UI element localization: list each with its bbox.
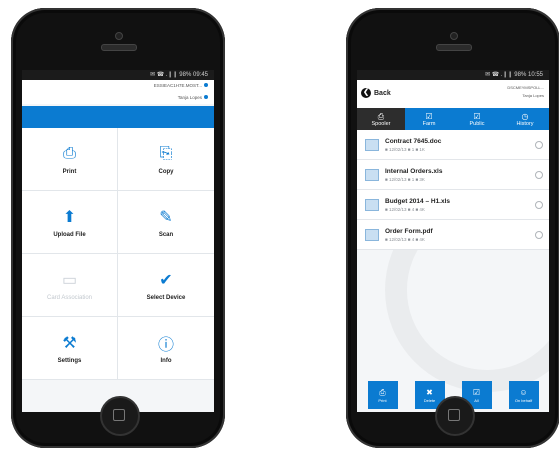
- print-button[interactable]: ⎙ Print: [367, 381, 398, 409]
- phone-left: ✉ ☎ .❙❙ 98% 09:45 ESSIEAC1H7E.MOST... Ta…: [11, 8, 225, 448]
- status-bar: ✉ ☎ .❙❙ 98% 10:55: [357, 70, 549, 80]
- card-association-tile[interactable]: ▭ Card Association: [22, 254, 118, 317]
- document-row[interactable]: Order Form.pdf ■ 12/02/13 ■ 4 ■ 4K: [357, 220, 549, 250]
- delete-icon: ✖: [426, 387, 433, 397]
- info-icon: ⓘ: [157, 336, 174, 354]
- tab-label: Spooler: [371, 120, 391, 127]
- top-bar: ❮ Back DSCMEYMSPOLL... Tanja Lopes: [357, 80, 549, 108]
- select-radio[interactable]: [535, 201, 543, 209]
- status-bar: ✉ ☎ .❙❙ 98% 09:45: [22, 70, 214, 80]
- tab-label: Farm: [422, 120, 436, 127]
- user-name: Tanja Lopes: [522, 93, 544, 98]
- tile-label: Upload File: [53, 231, 86, 238]
- document-row[interactable]: Budget 2014 – H1.xls ■ 12/02/13 ■ 4 ■ 4K: [357, 190, 549, 220]
- user-icon: [204, 95, 208, 99]
- speaker-grille: [436, 44, 472, 51]
- select-radio[interactable]: [535, 171, 543, 179]
- tile-label: Select Device: [146, 294, 186, 301]
- action-grid: ⎙ Print ⎘ Copy ⬆ Upload File ✎ Scan ▭ Ca…: [22, 128, 214, 380]
- check-circle-icon: ✔: [159, 271, 173, 289]
- account-info: DSCMEYMSPOLL... Tanja Lopes: [507, 84, 544, 100]
- button-label: Delete: [423, 397, 436, 403]
- printer-icon: ⎙: [379, 387, 386, 397]
- phone-right: ✉ ☎ .❙❙ 98% 10:55 ❮ Back DSCMEYMSPOLL...…: [346, 8, 559, 448]
- tile-label: Card Association: [46, 294, 93, 301]
- tile-label: Settings: [57, 357, 82, 364]
- tile-label: Copy: [158, 168, 174, 175]
- upload-icon: ⬆: [62, 208, 77, 226]
- history-icon: ◷: [521, 111, 529, 121]
- status-dot-icon: [204, 83, 208, 87]
- users-icon: ☺: [519, 387, 528, 397]
- print-tile[interactable]: ⎙ Print: [22, 128, 118, 191]
- document-meta: ■ 12/02/13 ■ 1 ■ 1K: [385, 146, 425, 152]
- settings-tile[interactable]: ⚒ Settings: [22, 317, 118, 380]
- scan-tile[interactable]: ✎ Scan: [118, 191, 214, 254]
- checkbox-icon: ☑: [472, 387, 481, 397]
- camera-icon: [450, 32, 458, 40]
- status-time: 09:45: [192, 72, 208, 78]
- home-button[interactable]: [100, 396, 140, 436]
- tab-spooler[interactable]: ⎙ Spooler: [357, 108, 405, 130]
- header-bar: [22, 106, 214, 128]
- button-label: Print: [378, 397, 387, 403]
- screen-spooler: ✉ ☎ .❙❙ 98% 10:55 ❮ Back DSCMEYMSPOLL...…: [357, 70, 549, 412]
- document-row[interactable]: Contract 7645.doc ■ 12/02/13 ■ 1 ■ 1K: [357, 130, 549, 160]
- status-icons: ✉ ☎ .❙❙ 98%: [150, 72, 192, 78]
- copy-icon: ⎘: [159, 144, 173, 162]
- document-name: Order Form.pdf: [385, 227, 433, 235]
- document-name: Internal Orders.xls: [385, 167, 443, 175]
- status-time: 10:55: [527, 72, 543, 78]
- on-behalf-button[interactable]: ☺ On behalf: [508, 381, 539, 409]
- account-id: ESSIEAC1H7E.MOST...: [153, 83, 202, 88]
- copy-tile[interactable]: ⎘ Copy: [118, 128, 214, 191]
- camera-icon: [115, 32, 123, 40]
- public-icon: ☑: [473, 111, 481, 121]
- document-name: Budget 2014 – H1.xls: [385, 197, 451, 205]
- document-icon: [365, 138, 379, 151]
- upload-file-tile[interactable]: ⬆ Upload File: [22, 191, 118, 254]
- back-arrow-icon: ❮: [361, 88, 371, 98]
- tab-bar: ⎙ Spooler ☑ Farm ☑ Public ◷ History: [357, 108, 549, 130]
- status-icons: ✉ ☎ .❙❙ 98%: [485, 72, 527, 78]
- document-list: Contract 7645.doc ■ 12/02/13 ■ 1 ■ 1K In…: [357, 130, 549, 250]
- tab-history[interactable]: ◷ History: [501, 108, 549, 130]
- tab-label: History: [516, 120, 534, 127]
- document-meta: ■ 12/02/13 ■ 4 ■ 4K: [385, 206, 425, 212]
- select-radio[interactable]: [535, 231, 543, 239]
- user-name: Tanja Lopes: [177, 95, 202, 100]
- info-tile[interactable]: ⓘ Info: [118, 317, 214, 380]
- tab-public[interactable]: ☑ Public: [453, 108, 501, 130]
- printer-icon: ⎙: [63, 144, 76, 162]
- scan-icon: ✎: [159, 208, 173, 226]
- tile-label: Scan: [158, 231, 174, 238]
- tab-label: Public: [469, 120, 485, 127]
- back-button[interactable]: ❮ Back: [361, 88, 391, 98]
- document-row[interactable]: Internal Orders.xls ■ 12/02/13 ■ 1 ■ 3K: [357, 160, 549, 190]
- select-device-tile[interactable]: ✔ Select Device: [118, 254, 214, 317]
- account-id: DSCMEYMSPOLL...: [507, 85, 544, 90]
- tab-farm[interactable]: ☑ Farm: [405, 108, 453, 130]
- tile-label: Info: [160, 357, 172, 364]
- select-radio[interactable]: [535, 141, 543, 149]
- account-info: ESSIEAC1H7E.MOST...: [22, 80, 214, 92]
- settings-icon: ⚒: [62, 334, 77, 352]
- document-name: Contract 7645.doc: [385, 137, 442, 145]
- document-icon: [365, 168, 379, 181]
- user-row: Tanja Lopes: [22, 92, 214, 104]
- button-label: All: [474, 397, 479, 403]
- document-icon: [365, 198, 379, 211]
- document-meta: ■ 12/02/13 ■ 4 ■ 4K: [385, 236, 425, 242]
- document-icon: [365, 228, 379, 241]
- card-reader-icon: ▭: [61, 271, 78, 289]
- back-label: Back: [374, 89, 391, 97]
- home-button[interactable]: [435, 396, 475, 436]
- tile-label: Print: [62, 168, 77, 175]
- document-meta: ■ 12/02/13 ■ 1 ■ 3K: [385, 176, 425, 182]
- button-label: On behalf: [514, 397, 533, 403]
- screen-home: ✉ ☎ .❙❙ 98% 09:45 ESSIEAC1H7E.MOST... Ta…: [22, 70, 214, 412]
- spooler-icon: ⎙: [377, 111, 385, 121]
- farm-icon: ☑: [425, 111, 433, 121]
- speaker-grille: [101, 44, 137, 51]
